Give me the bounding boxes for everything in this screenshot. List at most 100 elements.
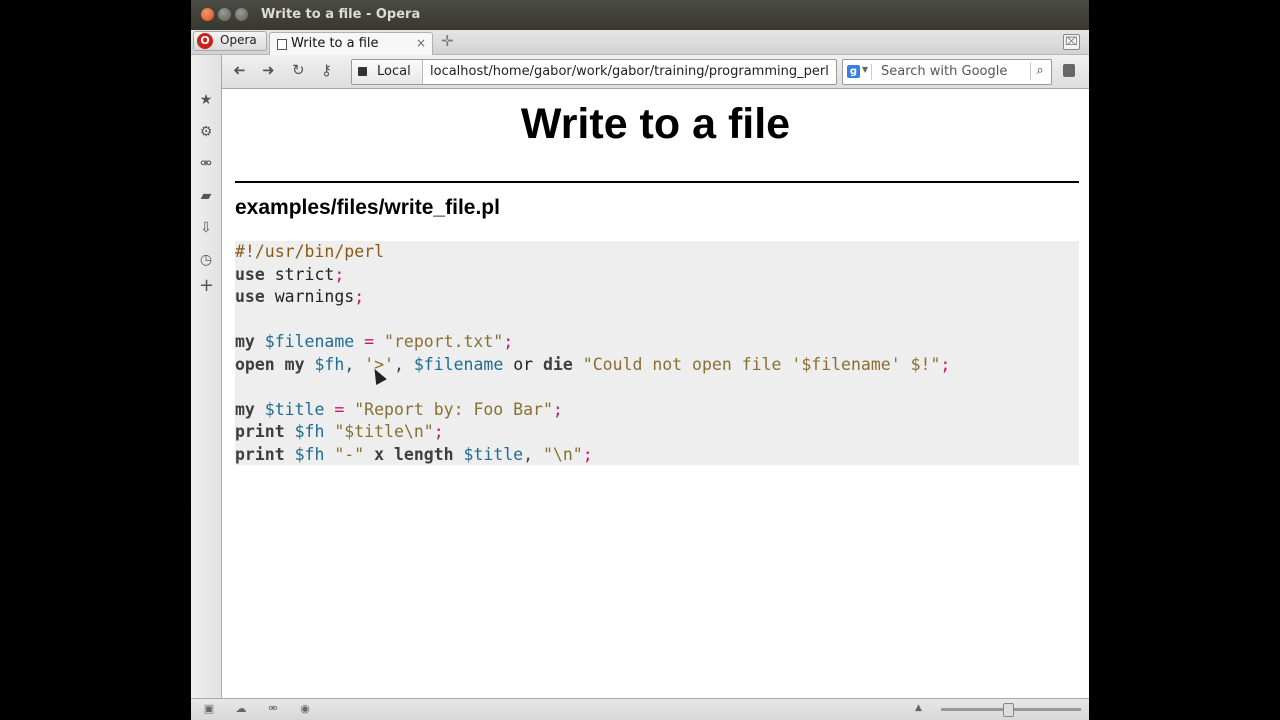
code-token: print <box>235 422 285 441</box>
minimize-window-button[interactable] <box>218 8 231 21</box>
google-icon: g <box>847 65 860 78</box>
search-icon[interactable]: ⌕ <box>1030 62 1049 80</box>
code-line: use warnings; <box>235 286 950 309</box>
code-token: = <box>324 399 355 419</box>
key-icon[interactable]: ⚷ <box>321 61 332 79</box>
code-token: = <box>354 332 385 351</box>
code-token: , <box>344 354 365 374</box>
tab-write-to-a-file[interactable]: Write to a file × <box>269 32 433 55</box>
code-line: #!/usr/bin/perl <box>235 241 950 264</box>
code-token: warnings <box>264 287 355 306</box>
code-token: my <box>235 332 255 351</box>
code-token: "Could not open file '$filename' $!" <box>572 354 941 374</box>
local-page-icon <box>358 67 367 76</box>
code-token: use <box>235 287 265 306</box>
panel-icon[interactable]: ▣ <box>203 703 215 715</box>
site-badge-label: Local <box>377 64 411 79</box>
code-line: print $fh "-" x length $title, "\n"; <box>235 444 950 467</box>
code-token: or <box>503 354 534 374</box>
speed-dial-icon[interactable]: ◉ <box>299 703 311 715</box>
page-content: Write to a file examples/files/write_fil… <box>222 89 1089 698</box>
code-token: ; <box>582 444 593 464</box>
add-panel-icon[interactable]: + <box>199 277 214 295</box>
code-token: ; <box>503 332 514 351</box>
code-token: use <box>235 264 265 284</box>
code-token: x length <box>364 444 454 464</box>
code-token: "report.txt" <box>384 332 504 351</box>
code-listing: #!/usr/bin/perl use strict; use warnings; … <box>235 241 950 466</box>
close-window-button[interactable] <box>201 8 214 21</box>
navigation-bar: ➜ ➜ ↻ ⚷ Local localhost/home/gabor/work/… <box>221 55 1089 89</box>
search-placeholder[interactable]: Search with Google <box>881 64 1007 79</box>
address-bar[interactable]: Local localhost/home/gabor/work/gabor/tr… <box>351 59 837 85</box>
side-panel: ★ ⚙ ⚮ ▰ ⇩ ◷ + <box>191 55 222 698</box>
code-token: $fh <box>284 422 325 441</box>
tab-close-icon[interactable]: × <box>416 36 426 50</box>
code-line: my $title = "Report by: Foo Bar"; <box>235 399 950 422</box>
back-arrow-icon[interactable]: ➜ <box>233 61 246 79</box>
notes-icon[interactable]: ▰ <box>199 189 213 203</box>
closed-tabs-trash-icon[interactable]: ⌧ <box>1063 34 1080 50</box>
code-line: print $fh "$title\n"; <box>235 421 950 444</box>
zoom-arrow-icon[interactable]: ▲ <box>915 703 922 713</box>
unite-status-icon[interactable]: ⚮ <box>267 703 279 715</box>
code-token: ; <box>940 354 951 374</box>
code-token: "\n" <box>543 444 583 464</box>
history-icon[interactable]: ◷ <box>199 253 213 267</box>
page-title: Write to a file <box>520 100 791 148</box>
code-token: $filename <box>413 354 504 374</box>
code-token: $title <box>453 444 524 464</box>
code-token: strict <box>264 264 335 284</box>
search-engine-selector[interactable]: g ▼ <box>845 64 872 80</box>
code-token: , <box>394 354 414 374</box>
horizontal-rule <box>235 181 1079 183</box>
tab-strip: O Opera Write to a file × ✛ ⌧ <box>191 30 1089 55</box>
forward-arrow-icon[interactable]: ➜ <box>262 61 275 79</box>
reload-icon[interactable]: ↻ <box>292 61 305 79</box>
search-field[interactable]: g ▼ Search with Google ⌕ <box>842 59 1052 85</box>
settings-icon[interactable]: ⚙ <box>199 125 213 139</box>
opera-menu-button[interactable]: O Opera <box>193 31 267 51</box>
opera-logo-icon: O <box>197 33 213 49</box>
code-token: my <box>235 399 255 419</box>
downloads-icon[interactable]: ⇩ <box>199 221 213 235</box>
zoom-slider[interactable] <box>941 703 1081 717</box>
code-token: open <box>235 354 275 374</box>
code-line: my $filename = "report.txt"; <box>235 331 950 354</box>
code-token: ; <box>552 399 563 419</box>
title-bar: Write to a file - Opera <box>191 0 1089 30</box>
code-token: #!/usr/bin/perl <box>235 242 385 261</box>
code-token: ; <box>334 264 345 284</box>
chevron-down-icon: ▼ <box>862 65 869 74</box>
code-token: $filename <box>254 332 355 351</box>
code-line: use strict; <box>235 264 950 287</box>
code-block: #!/usr/bin/perl use strict; use warnings; … <box>235 241 1079 465</box>
file-heading: examples/files/write_file.pl <box>235 196 500 219</box>
code-token: "Report by: Foo Bar" <box>354 399 553 419</box>
unite-icon[interactable]: ⚮ <box>199 157 213 171</box>
new-tab-icon[interactable]: ✛ <box>441 32 454 50</box>
bookmarks-icon[interactable]: ★ <box>199 93 213 107</box>
panel-toggle-icon[interactable] <box>1063 64 1075 77</box>
code-token: "-" <box>324 444 365 464</box>
code-token: $fh <box>284 444 325 464</box>
code-token: die <box>533 354 573 374</box>
tab-label: Write to a file <box>291 36 379 51</box>
code-token: $title <box>254 399 325 419</box>
code-token: ; <box>354 287 365 306</box>
cloud-icon[interactable]: ☁ <box>235 703 247 715</box>
code-line: open my $fh, '>', $filename or die "Coul… <box>235 354 950 377</box>
opera-menu-label: Opera <box>220 33 257 47</box>
maximize-window-button[interactable] <box>235 8 248 21</box>
code-token: my <box>274 354 305 374</box>
status-bar: ▣ ☁ ⚮ ◉ ▲ <box>191 698 1089 720</box>
zoom-slider-thumb[interactable] <box>1003 703 1014 717</box>
browser-window: Write to a file - Opera O Opera Write to… <box>191 0 1089 720</box>
site-badge[interactable]: Local <box>352 60 423 84</box>
code-token: ; <box>433 422 444 441</box>
code-token: , <box>523 444 543 464</box>
document-icon <box>277 39 287 50</box>
url-text[interactable]: localhost/home/gabor/work/gabor/training… <box>430 64 830 79</box>
